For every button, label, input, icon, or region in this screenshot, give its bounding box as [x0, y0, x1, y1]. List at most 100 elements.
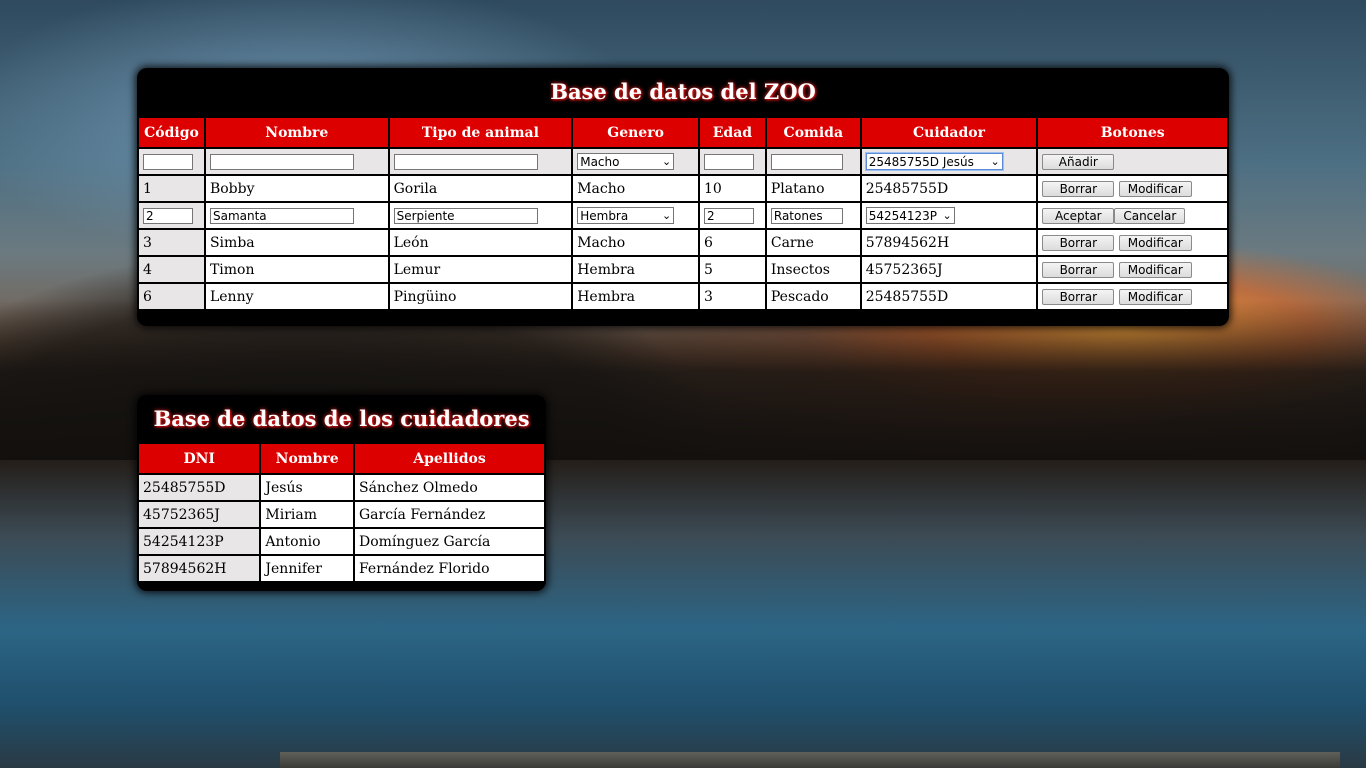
- new-cuidador-select[interactable]: 25485755D Jesús ⌄: [865, 153, 1003, 170]
- tipo-cell: [387, 201, 574, 230]
- new-cuidador-cell: 25485755D Jesús ⌄: [859, 147, 1039, 176]
- cuidador-cell: 45752365J: [859, 255, 1039, 284]
- col-header-botones: Botones: [1036, 116, 1229, 149]
- delete-button[interactable]: Borrar: [1042, 288, 1115, 305]
- codigo-cell: 1: [137, 174, 206, 203]
- apellidos-cell: Fernández Florido: [352, 554, 546, 583]
- edit-comida-input[interactable]: [770, 207, 843, 224]
- new-comida-cell: [764, 147, 862, 176]
- tipo-cell: León: [387, 228, 574, 257]
- nombre-cell: Lenny: [203, 282, 390, 311]
- tipo-cell: Pingüino: [387, 282, 574, 311]
- new-codigo-input[interactable]: [143, 153, 193, 170]
- cuidador-cell: 57894562H: [859, 228, 1039, 257]
- genero-cell: Macho: [571, 228, 700, 257]
- col-header-dni: DNI: [137, 442, 262, 475]
- table-row: 57894562H Jennifer Fernández Florido: [137, 554, 546, 583]
- edit-edad-input[interactable]: [703, 207, 754, 224]
- botones-cell: Borrar Modificar: [1036, 282, 1229, 311]
- col-header-genero: Genero: [571, 116, 700, 149]
- zoo-table: Código Nombre Tipo de animal Genero Edad…: [137, 116, 1229, 311]
- genero-cell: Hembra: [571, 282, 700, 311]
- botones-cell: Borrar Modificar: [1036, 255, 1229, 284]
- delete-button[interactable]: Borrar: [1042, 180, 1115, 197]
- nombre-cell: Simba: [203, 228, 390, 257]
- edit-button[interactable]: Modificar: [1118, 180, 1192, 197]
- edit-codigo-input[interactable]: [143, 207, 193, 224]
- nombre-cell: Miriam: [259, 500, 355, 529]
- comida-cell: [764, 201, 862, 230]
- new-cuidador-value: 25485755D Jesús: [868, 154, 974, 169]
- dni-cell: 25485755D: [137, 473, 262, 502]
- table-row: 45752365J Miriam García Fernández: [137, 500, 546, 529]
- apellidos-cell: Sánchez Olmedo: [352, 473, 546, 502]
- new-edad-cell: [697, 147, 767, 176]
- nombre-cell: Jesús: [259, 473, 355, 502]
- col-header-edad: Edad: [697, 116, 767, 149]
- new-edad-input[interactable]: [703, 153, 754, 170]
- cancel-button[interactable]: Cancelar: [1114, 207, 1186, 224]
- cuidador-cell: 25485755D: [859, 174, 1039, 203]
- apellidos-cell: Domínguez García: [352, 527, 546, 556]
- edad-cell: 3: [697, 282, 767, 311]
- edit-tipo-input[interactable]: [393, 207, 538, 224]
- codigo-cell: 3: [137, 228, 206, 257]
- nombre-cell: Timon: [203, 255, 390, 284]
- new-nombre-cell: [203, 147, 390, 176]
- edit-genero-select[interactable]: Hembra ⌄: [577, 207, 675, 224]
- new-tipo-input[interactable]: [393, 153, 538, 170]
- new-comida-input[interactable]: [770, 153, 843, 170]
- col-header-cuidador: Cuidador: [859, 116, 1039, 149]
- tipo-cell: Lemur: [387, 255, 574, 284]
- cuidador-cell: 54254123P ⌄: [859, 201, 1039, 230]
- edad-cell: [697, 201, 767, 230]
- cuidador-cell: 25485755D: [859, 282, 1039, 311]
- edit-button[interactable]: Modificar: [1118, 234, 1192, 251]
- edad-cell: 6: [697, 228, 767, 257]
- edit-button[interactable]: Modificar: [1118, 261, 1192, 278]
- keepers-panel: Base de datos de los cuidadores DNI Nomb…: [137, 395, 546, 591]
- keepers-header-row: DNI Nombre Apellidos: [137, 442, 546, 475]
- add-animal-row: Macho ⌄ 25485755D Jesús ⌄ Añadir: [137, 147, 1229, 176]
- new-genero-value: Macho: [580, 154, 620, 169]
- keepers-table: DNI Nombre Apellidos 25485755D Jesús Sán…: [137, 442, 546, 583]
- chevron-down-icon: ⌄: [662, 155, 672, 168]
- table-row: 6 Lenny Pingüino Hembra 3 Pescado 254857…: [137, 282, 1229, 311]
- new-genero-select[interactable]: Macho ⌄: [577, 153, 675, 170]
- comida-cell: Insectos: [764, 255, 862, 284]
- dni-cell: 45752365J: [137, 500, 262, 529]
- delete-button[interactable]: Borrar: [1042, 234, 1115, 251]
- col-header-apellidos: Apellidos: [352, 442, 546, 475]
- new-genero-cell: Macho ⌄: [571, 147, 700, 176]
- comida-cell: Platano: [764, 174, 862, 203]
- codigo-cell: 6: [137, 282, 206, 311]
- table-row: 4 Timon Lemur Hembra 5 Insectos 45752365…: [137, 255, 1229, 284]
- apellidos-cell: García Fernández: [352, 500, 546, 529]
- nombre-cell: Bobby: [203, 174, 390, 203]
- new-botones-cell: Añadir: [1036, 147, 1229, 176]
- edit-cuidador-select[interactable]: 54254123P ⌄: [865, 207, 955, 224]
- table-row: 3 Simba León Macho 6 Carne 57894562H Bor…: [137, 228, 1229, 257]
- accept-button[interactable]: Aceptar: [1042, 207, 1115, 224]
- dni-cell: 57894562H: [137, 554, 262, 583]
- genero-cell: Macho: [571, 174, 700, 203]
- delete-button[interactable]: Borrar: [1042, 261, 1115, 278]
- edit-nombre-input[interactable]: [209, 207, 354, 224]
- edad-cell: 10: [697, 174, 767, 203]
- table-row: 1 Bobby Gorila Macho 10 Platano 25485755…: [137, 174, 1229, 203]
- nombre-cell: [203, 201, 390, 230]
- table-row: 25485755D Jesús Sánchez Olmedo: [137, 473, 546, 502]
- edit-button[interactable]: Modificar: [1118, 288, 1192, 305]
- col-header-tipo: Tipo de animal: [387, 116, 574, 149]
- keepers-title: Base de datos de los cuidadores: [153, 406, 530, 431]
- add-button[interactable]: Añadir: [1042, 153, 1115, 170]
- col-header-codigo: Código: [137, 116, 206, 149]
- zoo-header-row: Código Nombre Tipo de animal Genero Edad…: [137, 116, 1229, 149]
- new-nombre-input[interactable]: [209, 153, 354, 170]
- edit-genero-value: Hembra: [580, 208, 629, 223]
- col-header-nombre: Nombre: [203, 116, 390, 149]
- tipo-cell: Gorila: [387, 174, 574, 203]
- col-header-nombre: Nombre: [259, 442, 355, 475]
- genero-cell: Hembra ⌄: [571, 201, 700, 230]
- new-tipo-cell: [387, 147, 574, 176]
